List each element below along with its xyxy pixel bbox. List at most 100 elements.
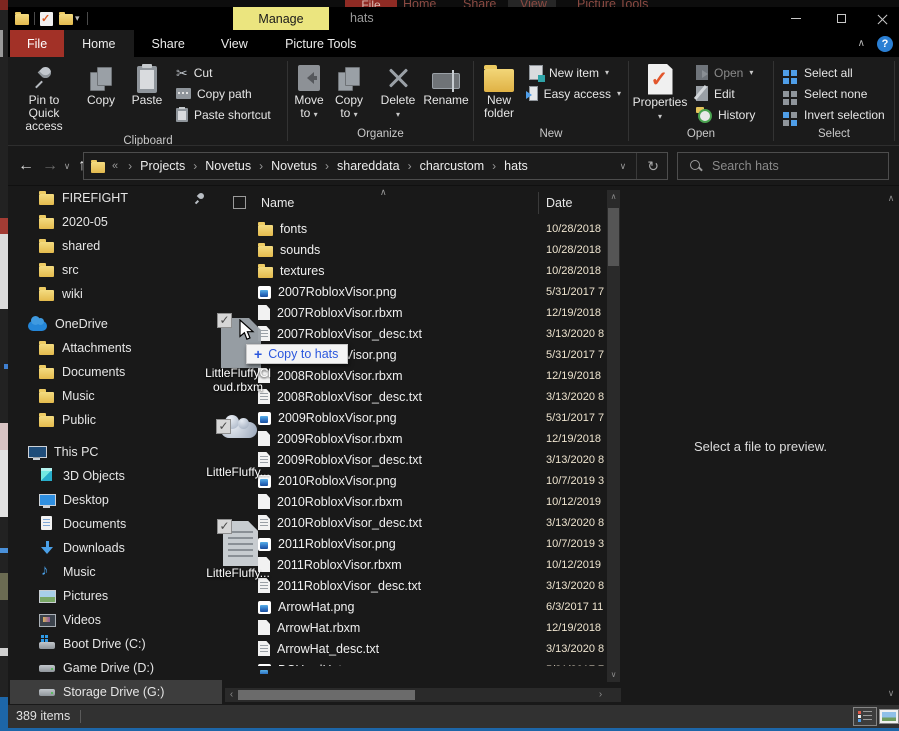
- horizontal-scrollbar[interactable]: ‹ ›: [225, 688, 621, 702]
- file-row[interactable]: fonts 10/28/2018: [225, 218, 607, 239]
- invert-selection-button[interactable]: Invert selection: [777, 104, 891, 125]
- maximize-button[interactable]: [824, 7, 858, 30]
- file-row[interactable]: 2009RobloxVisor.rbxm 12/19/2018: [225, 428, 607, 449]
- file-row[interactable]: 2007RobloxVisor_desc.txt 3/13/2020 8: [225, 323, 607, 344]
- thumbnail-view-button[interactable]: [879, 709, 899, 724]
- sidebar-item[interactable]: 3D Objects: [10, 464, 222, 488]
- file-row[interactable]: BCHardHat.png 5/31/2017 7: [225, 659, 607, 666]
- vertical-scrollbar[interactable]: ∧ ∨: [607, 190, 620, 682]
- search-input[interactable]: Search hats: [677, 152, 889, 180]
- back-button[interactable]: ←: [15, 146, 37, 186]
- name-column-header[interactable]: Name: [261, 196, 294, 210]
- file-row[interactable]: ArrowHat.png 6/3/2017 11: [225, 596, 607, 617]
- edit-button[interactable]: Edit: [692, 83, 770, 104]
- breadcrumb-segment[interactable]: › hats: [484, 153, 528, 179]
- sidebar-item[interactable]: Music: [10, 560, 222, 584]
- sidebar-item[interactable]: Downloads: [10, 536, 222, 560]
- file-row[interactable]: 2011RobloxVisor.rbxm 10/12/2019: [225, 554, 607, 575]
- file-row[interactable]: textures 10/28/2018: [225, 260, 607, 281]
- select-all-button[interactable]: Select all: [777, 62, 891, 83]
- qat-new-folder-icon[interactable]: [59, 14, 73, 25]
- breadcrumb-segment[interactable]: › shareddata: [317, 153, 400, 179]
- scroll-left-icon[interactable]: ‹: [225, 688, 238, 702]
- sidebar-item[interactable]: Videos: [10, 608, 222, 632]
- qat-customize-icon[interactable]: ▾: [75, 13, 80, 24]
- tab-picture-tools[interactable]: Picture Tools: [266, 30, 376, 57]
- refresh-icon[interactable]: ↻: [636, 153, 659, 179]
- date-column-header[interactable]: Date: [546, 196, 572, 210]
- sidebar-item[interactable]: Game Drive (D:): [10, 656, 222, 680]
- file-row[interactable]: 2009RobloxVisor.png 5/31/2017 7: [225, 407, 607, 428]
- easy-access-button[interactable]: Easy access ▾: [525, 83, 625, 104]
- cut-button[interactable]: ✂ Cut: [172, 62, 284, 83]
- tab-share[interactable]: Share: [134, 30, 203, 57]
- paste-button[interactable]: Paste: [124, 60, 170, 109]
- file-row[interactable]: ArrowHat.rbxm 12/19/2018: [225, 617, 607, 638]
- close-button[interactable]: [865, 7, 899, 30]
- qat-properties-icon[interactable]: [40, 12, 53, 26]
- manage-contextual-tab[interactable]: Manage: [233, 7, 329, 30]
- address-dropdown-icon[interactable]: ∨: [620, 161, 627, 172]
- new-item-button[interactable]: New item ▾: [525, 62, 625, 83]
- details-view-button[interactable]: [853, 707, 877, 726]
- file-row[interactable]: 2009RobloxVisor_desc.txt 3/13/2020 8: [225, 449, 607, 470]
- file-row[interactable]: 2007RobloxVisor.rbxm 12/19/2018: [225, 302, 607, 323]
- sidebar-item[interactable]: Boot Drive (C:): [10, 632, 222, 656]
- delete-button[interactable]: Delete ▾: [376, 60, 420, 123]
- sidebar-item[interactable]: FIREFIGHT: [10, 186, 222, 210]
- ribbon-collapse-icon[interactable]: ∧: [858, 38, 865, 49]
- file-row[interactable]: 2008RobloxVisor_desc.txt 3/13/2020 8: [225, 386, 607, 407]
- sidebar-item[interactable]: Documents: [10, 360, 222, 384]
- sidebar-item[interactable]: Attachments: [10, 336, 222, 360]
- column-divider[interactable]: [538, 192, 539, 214]
- select-none-button[interactable]: Select none: [777, 83, 891, 104]
- sidebar-item[interactable]: Pictures: [10, 584, 222, 608]
- breadcrumb-segment[interactable]: › Novetus: [185, 153, 251, 179]
- tab-home[interactable]: Home: [64, 30, 133, 57]
- horizontal-scrollbar-thumb[interactable]: [238, 690, 415, 700]
- rename-button[interactable]: Rename: [420, 60, 472, 109]
- copy-button[interactable]: Copy: [78, 60, 124, 109]
- sidebar-item[interactable]: This PC: [10, 440, 222, 464]
- file-row[interactable]: 2010RobloxVisor.png 10/7/2019 3: [225, 470, 607, 491]
- sidebar-item[interactable]: wiki: [10, 282, 222, 306]
- file-row[interactable]: 2008RobloxVisor.png 5/31/2017 7: [225, 344, 607, 365]
- sidebar-item[interactable]: 2020-05: [10, 210, 222, 234]
- copy-path-button[interactable]: Copy path: [172, 83, 284, 104]
- file-row[interactable]: 2011RobloxVisor.png 10/7/2019 3: [225, 533, 607, 554]
- tab-view[interactable]: View: [203, 30, 266, 57]
- help-icon[interactable]: ?: [877, 36, 893, 52]
- copy-to-button[interactable]: Copy to ▾: [329, 60, 369, 123]
- sidebar-item[interactable]: Music: [10, 384, 222, 408]
- qat-folder-icon[interactable]: [15, 14, 29, 25]
- minimize-button[interactable]: [779, 7, 813, 30]
- new-folder-button[interactable]: New folder: [475, 60, 523, 122]
- sidebar-item[interactable]: Public: [10, 408, 222, 432]
- file-row[interactable]: 2010RobloxVisor_desc.txt 3/13/2020 8: [225, 512, 607, 533]
- pin-to-quick-access-button[interactable]: Pin to Quick access: [10, 60, 78, 135]
- properties-button[interactable]: Properties ▾: [630, 60, 690, 125]
- select-all-checkbox[interactable]: [233, 196, 246, 209]
- open-button[interactable]: Open ▾: [692, 62, 770, 83]
- sidebar-item[interactable]: OneDrive: [10, 312, 222, 336]
- file-row[interactable]: ArrowHat_desc.txt 3/13/2020 8: [225, 638, 607, 659]
- file-row[interactable]: 2010RobloxVisor.rbxm 10/12/2019: [225, 491, 607, 512]
- move-to-button[interactable]: Move to ▾: [289, 60, 329, 123]
- sidebar-item[interactable]: Storage Drive (G:): [10, 680, 222, 704]
- file-row[interactable]: sounds 10/28/2018: [225, 239, 607, 260]
- file-row[interactable]: 2007RobloxVisor.png 5/31/2017 7: [225, 281, 607, 302]
- file-row[interactable]: 2011RobloxVisor_desc.txt 3/13/2020 8: [225, 575, 607, 596]
- breadcrumb-segment[interactable]: › Projects: [120, 153, 185, 179]
- paste-shortcut-button[interactable]: Paste shortcut: [172, 104, 284, 125]
- scroll-up-icon[interactable]: ∧: [607, 190, 620, 204]
- sidebar-item[interactable]: Documents: [10, 512, 222, 536]
- breadcrumb-segment[interactable]: › charcustom: [400, 153, 485, 179]
- sidebar-item[interactable]: shared: [10, 234, 222, 258]
- scroll-down-icon[interactable]: ∨: [607, 668, 620, 682]
- sidebar-item[interactable]: src: [10, 258, 222, 282]
- address-bar[interactable]: « › Projects › Novetus › Novetus › share…: [83, 152, 668, 180]
- history-button[interactable]: History: [692, 104, 770, 125]
- vertical-scrollbar-thumb[interactable]: [608, 208, 619, 266]
- forward-button[interactable]: →: [40, 146, 60, 186]
- file-row[interactable]: 2008RobloxVisor.rbxm 12/19/2018: [225, 365, 607, 386]
